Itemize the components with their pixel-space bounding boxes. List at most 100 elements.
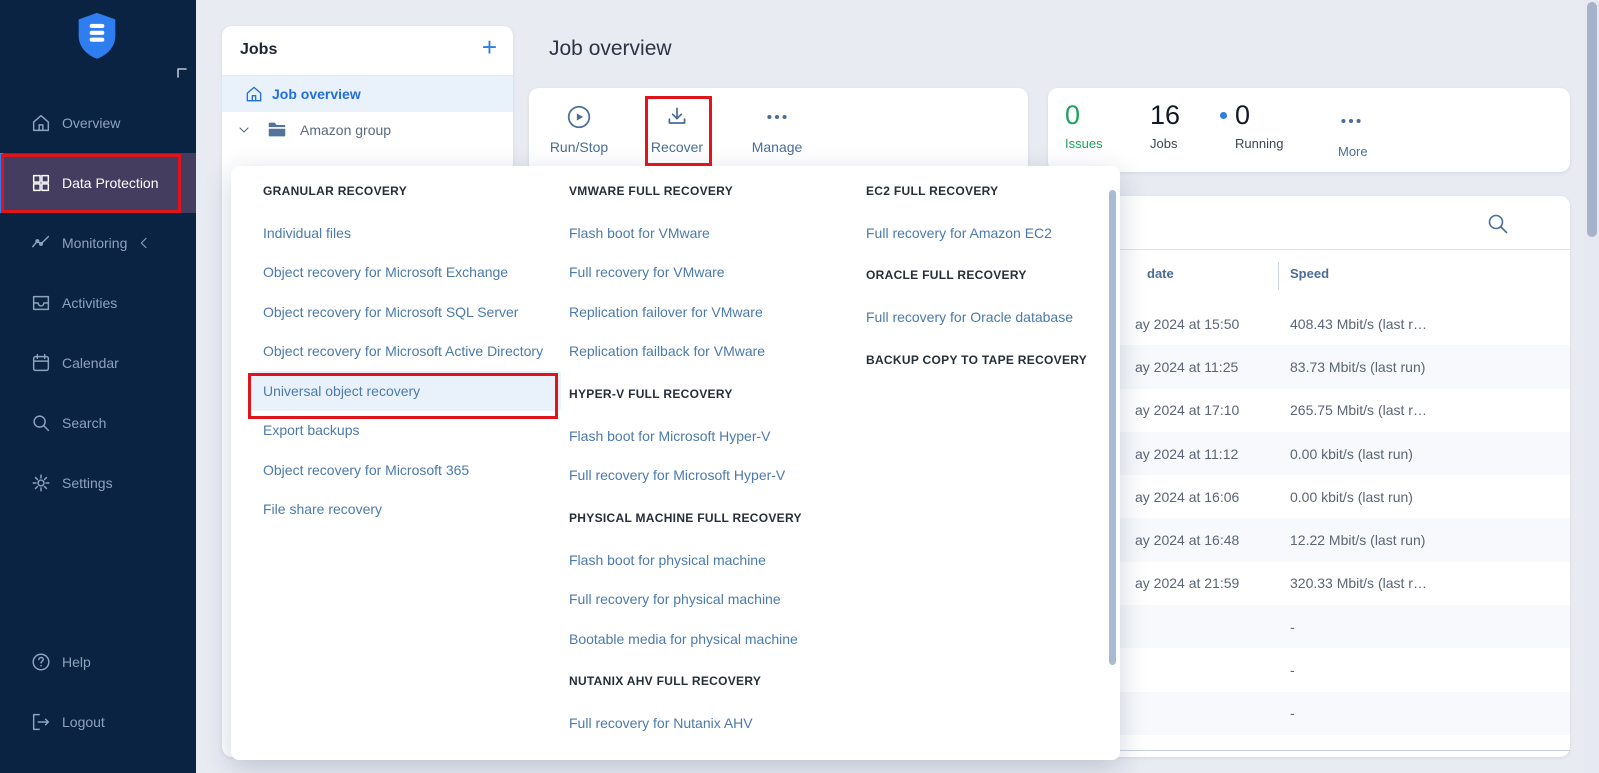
stat-issues[interactable]: 0 Issues [1065, 100, 1103, 151]
stat-running[interactable]: 0 Running [1220, 100, 1283, 151]
jobs-panel-title: Jobs [240, 41, 277, 59]
menu-item[interactable]: Replication failover for VMware [557, 292, 857, 332]
sidebar-item-help[interactable]: Help [0, 632, 196, 692]
sidebar-resize-handle-icon[interactable] [176, 66, 188, 78]
menu-item[interactable]: Individual files [251, 213, 561, 253]
column-divider [1278, 262, 1279, 290]
run-stop-button[interactable]: Run/Stop [529, 104, 629, 164]
jobs-table-rows: ay 2024 at 15:50 408.43 Mbit/s (last r… … [1048, 302, 1570, 735]
sidebar-item-calendar[interactable]: Calendar [0, 333, 196, 393]
search-icon [30, 412, 52, 434]
table-row[interactable]: ay 2024 at 16:06 0.00 kbit/s (last run) [1048, 475, 1570, 518]
cell-speed: 83.73 Mbit/s (last run) [1290, 359, 1425, 375]
table-row[interactable]: ay 2024 at 11:12 0.00 kbit/s (last run) [1048, 432, 1570, 475]
sidebar-item-label: Activities [62, 295, 117, 311]
menu-item[interactable]: Replication failback for VMware [557, 332, 857, 372]
menu-item[interactable]: Export backups [251, 411, 561, 451]
menu-item[interactable]: Bootable media for physical machine [557, 619, 857, 659]
menu-item[interactable]: Flash boot for VMware [557, 213, 857, 253]
page-scrollbar-thumb[interactable] [1587, 2, 1597, 237]
manage-label: Manage [727, 139, 827, 155]
sidebar-item-data-protection[interactable]: Data Protection [0, 153, 196, 213]
table-row[interactable]: ay 2024 at 21:59 320.33 Mbit/s (last r… [1048, 562, 1570, 605]
recover-menu-column-cloud: EC2 FULL RECOVERYFull recovery for Amazo… [854, 168, 1100, 382]
recover-menu-column-granular: GRANULAR RECOVERYIndividual filesObject … [251, 168, 561, 529]
cell-speed: 265.75 Mbit/s (last r… [1290, 402, 1427, 418]
menu-item[interactable]: Object recovery for Microsoft SQL Server [251, 292, 561, 332]
menu-item[interactable]: Universal object recovery [251, 371, 561, 411]
cell-date: ay 2024 at 17:10 [1135, 402, 1239, 418]
issues-label: Issues [1065, 136, 1103, 151]
menu-item[interactable]: Flash boot for physical machine [557, 540, 857, 580]
table-row[interactable]: ay 2024 at 17:10 265.75 Mbit/s (last r… [1048, 389, 1570, 432]
jobs-tree-item-job-overview[interactable]: Job overview [222, 76, 513, 112]
menu-section-heading: BACKUP COPY TO TAPE RECOVERY [854, 337, 1100, 382]
table-search-button[interactable] [1486, 212, 1510, 236]
menu-item[interactable]: Full recovery for Amazon EC2 [854, 213, 1100, 253]
menu-item[interactable]: Full recovery for VMware [557, 253, 857, 293]
cell-date: ay 2024 at 15:50 [1135, 316, 1239, 332]
menu-item[interactable]: File share recovery [251, 490, 561, 530]
menu-item[interactable]: Full recovery for physical machine [557, 580, 857, 620]
menu-item[interactable]: Object recovery for Microsoft 365 [251, 450, 561, 490]
sidebar-item-activities[interactable]: Activities [0, 273, 196, 333]
recover-menu-column-virtual: VMWARE FULL RECOVERYFlash boot for VMwar… [557, 168, 857, 743]
menu-item[interactable]: Full recovery for Nutanix AHV [557, 704, 857, 744]
sidebar-item-label: Search [62, 415, 106, 431]
cell-speed: - [1290, 662, 1295, 678]
run-stop-label: Run/Stop [529, 139, 629, 155]
home-icon [244, 84, 264, 104]
sidebar-item-label: Data Protection [62, 175, 159, 191]
jobs-tree-item-amazon-group[interactable]: Amazon group [222, 112, 513, 148]
job-actions-toolbar: Run/Stop Recover Manage [529, 88, 1028, 178]
table-bottom-border [1048, 750, 1570, 751]
gear-icon [30, 472, 52, 494]
manage-button[interactable]: Manage [727, 104, 827, 164]
inbox-icon [30, 292, 52, 314]
table-row[interactable]: - [1048, 605, 1570, 648]
table-row[interactable]: - [1048, 648, 1570, 691]
chevron-down-icon[interactable] [236, 122, 252, 138]
menu-scrollbar-thumb[interactable] [1109, 190, 1116, 665]
sidebar-item-search[interactable]: Search [0, 393, 196, 453]
menu-section-heading: EC2 FULL RECOVERY [854, 168, 1100, 213]
menu-item[interactable]: Object recovery for Microsoft Exchange [251, 253, 561, 293]
table-row[interactable]: ay 2024 at 16:48 12.22 Mbit/s (last run) [1048, 518, 1570, 561]
stat-jobs[interactable]: 16 Jobs [1150, 100, 1180, 151]
sidebar-item-overview[interactable]: Overview [0, 93, 196, 153]
menu-section-heading: PHYSICAL MACHINE FULL RECOVERY [557, 495, 857, 540]
ellipsis-icon [1338, 108, 1364, 134]
ellipsis-icon [764, 104, 790, 130]
table-row[interactable]: - [1048, 692, 1570, 735]
table-row[interactable]: ay 2024 at 11:25 83.73 Mbit/s (last run) [1048, 345, 1570, 388]
play-circle-icon [566, 104, 592, 130]
logout-icon [30, 711, 52, 733]
stats-more-button[interactable]: More [1338, 100, 1368, 159]
sidebar-item-label: Calendar [62, 355, 119, 371]
recover-button[interactable]: Recover [627, 104, 727, 164]
cell-speed: - [1290, 705, 1295, 721]
sidebar-nav: Overview Data Protection Monitoring Acti… [0, 93, 196, 513]
sidebar-item-monitoring[interactable]: Monitoring [0, 213, 196, 273]
sidebar-item-label: Help [62, 654, 91, 670]
add-job-button[interactable]: + [482, 34, 497, 60]
table-row[interactable]: ay 2024 at 15:50 408.43 Mbit/s (last r… [1048, 302, 1570, 345]
cell-speed: 408.43 Mbit/s (last r… [1290, 316, 1427, 332]
column-header-date[interactable]: date [1147, 266, 1174, 281]
sidebar-item-settings[interactable]: Settings [0, 453, 196, 513]
sidebar-item-logout[interactable]: Logout [0, 692, 196, 752]
menu-item[interactable]: Flash boot for Microsoft Hyper-V [557, 416, 857, 456]
column-header-speed[interactable]: Speed [1290, 266, 1329, 281]
download-icon [664, 104, 690, 130]
cell-speed: 0.00 kbit/s (last run) [1290, 446, 1413, 462]
sidebar-item-label: Overview [62, 115, 120, 131]
job-stats-card: 0 Issues 16 Jobs 0 Running More [1048, 88, 1570, 172]
menu-item[interactable]: Full recovery for Microsoft Hyper-V [557, 456, 857, 496]
recover-label: Recover [627, 139, 727, 155]
running-status-dot [1220, 112, 1227, 119]
menu-item[interactable]: Full recovery for Oracle database [854, 298, 1100, 338]
cell-speed: 12.22 Mbit/s (last run) [1290, 532, 1425, 548]
table-search-row [1048, 196, 1570, 250]
menu-item[interactable]: Object recovery for Microsoft Active Dir… [251, 332, 561, 372]
collapse-sidebar-chevron-icon[interactable] [136, 235, 152, 251]
